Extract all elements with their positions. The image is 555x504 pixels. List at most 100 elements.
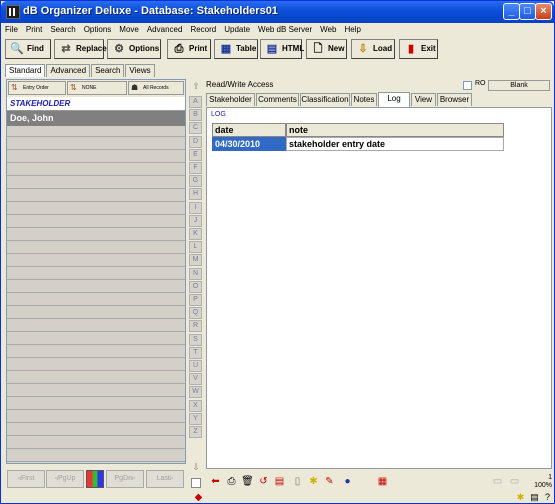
- entry-order-button[interactable]: ⇅ Entry Order: [8, 81, 66, 95]
- tab-comments[interactable]: Comments: [256, 93, 299, 106]
- settings-icon[interactable]: ▤: [528, 491, 541, 504]
- menu-options[interactable]: Options: [80, 23, 116, 37]
- alpha-index-y[interactable]: Y: [189, 412, 202, 425]
- alpha-index-q[interactable]: Q: [189, 307, 202, 320]
- tab-log[interactable]: Log: [378, 92, 410, 107]
- menu-help[interactable]: Help: [340, 23, 364, 37]
- table-button[interactable]: ▦ Table: [214, 39, 258, 59]
- alpha-index-h[interactable]: H: [189, 188, 202, 201]
- alpha-index-r[interactable]: R: [189, 320, 202, 333]
- image-icon[interactable]: ✎: [323, 475, 336, 488]
- alpha-index-n[interactable]: N: [189, 267, 202, 280]
- alpha-index-b[interactable]: B: [189, 109, 202, 122]
- alpha-index-f[interactable]: F: [189, 162, 202, 174]
- print-record-icon[interactable]: ⎙: [225, 475, 238, 488]
- tab-notes[interactable]: Notes: [351, 93, 377, 106]
- exit-button[interactable]: ▮ Exit: [399, 39, 438, 59]
- alpha-index-l[interactable]: L: [189, 241, 202, 254]
- alpha-index-a[interactable]: A: [189, 96, 202, 108]
- sort-none-button[interactable]: ⇅ NONE: [67, 81, 127, 95]
- alpha-index-u[interactable]: U: [189, 360, 202, 372]
- options-label: Options: [129, 44, 160, 53]
- tip-bulb-icon[interactable]: ✱: [514, 491, 527, 504]
- help-icon[interactable]: ?: [541, 491, 554, 504]
- tab-classification[interactable]: Classification: [300, 93, 350, 106]
- prev-page-icon[interactable]: ▭: [491, 475, 504, 488]
- alpha-index-j[interactable]: J: [189, 214, 202, 227]
- menu-move[interactable]: Move: [115, 23, 143, 37]
- alpha-index-x[interactable]: X: [189, 399, 202, 412]
- tab-views[interactable]: Views: [125, 64, 155, 77]
- options-button[interactable]: ⚙ Options: [107, 39, 161, 59]
- alpha-index-m[interactable]: M: [189, 254, 202, 267]
- alpha-index-z[interactable]: Z: [189, 426, 202, 438]
- new-button[interactable]: 🗋 New: [306, 39, 347, 59]
- report-icon[interactable]: ▦: [376, 475, 389, 488]
- alpha-index-p[interactable]: P: [189, 294, 202, 306]
- tab-advanced[interactable]: Advanced: [46, 64, 91, 77]
- table-cell-note[interactable]: stakeholder entry date: [286, 137, 504, 151]
- tab-stakeholder[interactable]: Stakeholder: [206, 93, 255, 106]
- alpha-index-s[interactable]: S: [189, 333, 202, 346]
- alpha-index-i[interactable]: I: [189, 201, 202, 214]
- column-header-note[interactable]: note: [286, 123, 504, 137]
- alpha-index-k[interactable]: K: [189, 228, 202, 240]
- menu-web[interactable]: Web: [316, 23, 340, 37]
- arrow-left-icon[interactable]: ⬅: [209, 475, 222, 488]
- print-button[interactable]: ⎙ Print: [167, 39, 211, 59]
- scroll-up-icon[interactable]: ⇧: [190, 80, 202, 92]
- marker-icon: ◆: [194, 492, 203, 503]
- color-grid-icon[interactable]: [86, 470, 104, 488]
- undo-icon[interactable]: ↺: [257, 475, 270, 488]
- html-label: HTML: [282, 44, 305, 53]
- record-list[interactable]: Doe, John: [7, 111, 185, 463]
- alpha-index-g[interactable]: G: [189, 175, 202, 188]
- alpha-index-d[interactable]: D: [189, 135, 202, 148]
- close-button[interactable]: ×: [535, 3, 552, 20]
- menu-file[interactable]: File: [1, 23, 22, 37]
- checkbox-icon[interactable]: [191, 478, 201, 488]
- menu-update[interactable]: Update: [220, 23, 254, 37]
- printer-icon: ⎙: [174, 43, 184, 55]
- all-records-button[interactable]: ☗ All Records: [128, 81, 184, 95]
- find-button[interactable]: 🔍 Find: [5, 39, 51, 59]
- pgdn-button[interactable]: PgDn▹: [106, 470, 144, 488]
- title-bar[interactable]: dB Organizer Deluxe - Database: Stakehol…: [1, 1, 554, 23]
- first-button[interactable]: ◃First: [7, 470, 45, 488]
- load-button[interactable]: ⇩ Load: [351, 39, 395, 59]
- trash-icon[interactable]: 🗑: [241, 475, 254, 488]
- menu-advanced[interactable]: Advanced: [143, 23, 187, 37]
- replace-button[interactable]: ⇄ Replace: [54, 39, 107, 59]
- scroll-down-icon[interactable]: ⇩: [190, 461, 202, 473]
- html-button[interactable]: ▤ HTML: [260, 39, 305, 59]
- read-only-checkbox[interactable]: [463, 81, 472, 90]
- tab-search[interactable]: Search: [91, 64, 125, 77]
- alpha-index-o[interactable]: O: [189, 280, 202, 293]
- next-page-icon[interactable]: ▭: [508, 475, 521, 488]
- globe-icon[interactable]: ●: [341, 475, 354, 488]
- maximize-button[interactable]: □: [519, 3, 536, 20]
- menu-web-db-server[interactable]: Web dB Server: [254, 23, 316, 37]
- alpha-index-v[interactable]: V: [189, 373, 202, 386]
- alpha-index-w[interactable]: W: [189, 386, 202, 399]
- tab-browser[interactable]: Browser: [437, 93, 472, 106]
- pgup-button[interactable]: ◃PgUp: [46, 470, 84, 488]
- sort-none-label: NONE: [82, 85, 97, 91]
- minimize-button[interactable]: _: [503, 3, 520, 20]
- tab-view[interactable]: View: [411, 93, 436, 106]
- tab-standard[interactable]: Standard: [5, 64, 46, 77]
- blank-button[interactable]: Blank: [488, 80, 550, 91]
- alpha-index-e[interactable]: E: [189, 148, 202, 161]
- table-cell-date[interactable]: 04/30/2010: [212, 137, 286, 151]
- export-icon[interactable]: ▤: [273, 475, 286, 488]
- lightbulb-icon[interactable]: ✱: [307, 475, 320, 488]
- document-icon[interactable]: ▯: [291, 475, 304, 488]
- alpha-index-t[interactable]: T: [189, 346, 202, 359]
- column-header-date[interactable]: date: [212, 123, 286, 137]
- alpha-index-c[interactable]: C: [189, 122, 202, 135]
- menu-search[interactable]: Search: [46, 23, 79, 37]
- menu-print[interactable]: Print: [22, 23, 46, 37]
- last-button[interactable]: Last▹: [146, 470, 184, 488]
- list-item[interactable]: Doe, John: [7, 111, 185, 126]
- menu-record[interactable]: Record: [186, 23, 220, 37]
